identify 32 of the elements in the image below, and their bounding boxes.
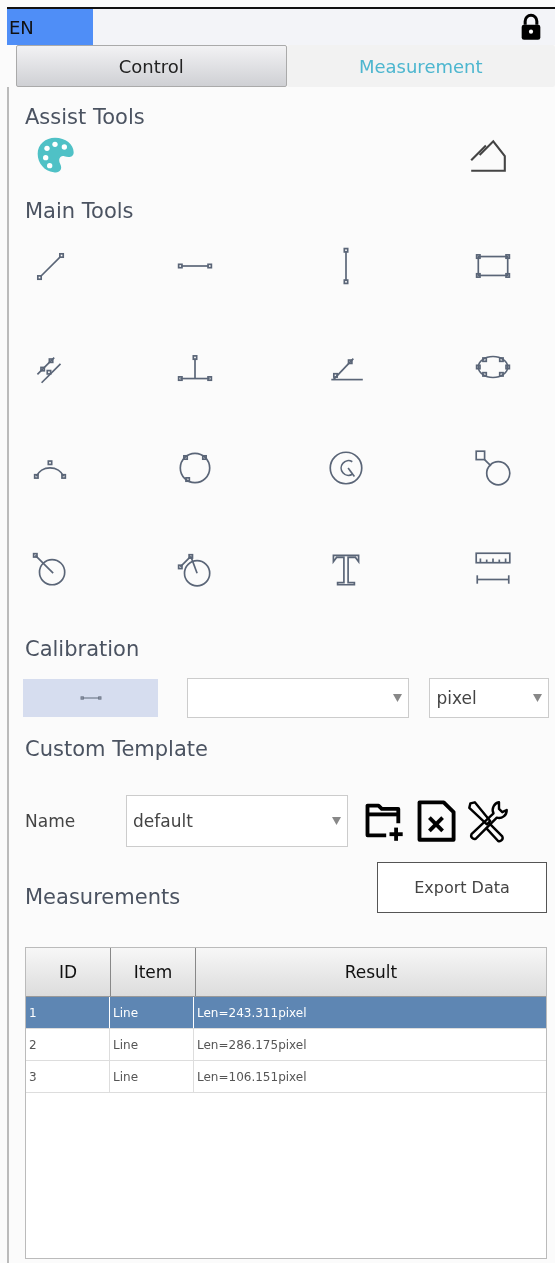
eraser-icon[interactable] — [467, 137, 509, 173]
table-row[interactable]: 2 Line Len=286.175pixel — [26, 1029, 546, 1061]
caret-icon — [533, 694, 542, 702]
caret-icon — [332, 817, 341, 825]
table-cell: Line — [110, 1061, 194, 1092]
table-cell: 3 — [26, 1061, 110, 1092]
section-heading: Custom Template — [25, 736, 209, 761]
table-cell: 2 — [26, 1029, 110, 1060]
table-cell-text: Len=106.151pixel — [196, 1068, 308, 1086]
line-icon — [79, 694, 102, 702]
table-row[interactable]: 3 Line Len=106.151pixel — [26, 1061, 546, 1093]
tab[interactable]: Control — [16, 45, 287, 87]
table-row[interactable]: 1 Line Len=243.311pixel — [26, 997, 546, 1029]
unit-dropdown[interactable]: pixel — [429, 678, 549, 718]
table-cell-text: Len=286.175pixel — [196, 1036, 308, 1054]
template-dropdown[interactable]: default — [126, 795, 348, 847]
lock-icon[interactable] — [519, 13, 543, 41]
table-cell: Line — [110, 1029, 194, 1060]
column-header[interactable]: Item — [111, 948, 196, 996]
table-cell-text: Len=243.311pixel — [196, 1004, 308, 1022]
caret-icon — [393, 694, 403, 702]
section-heading: Main Tools — [25, 198, 135, 223]
export-data-button[interactable]: Export Data — [377, 862, 547, 913]
table-cell: 1 — [26, 997, 110, 1028]
section-heading: Assist Tools — [25, 104, 146, 129]
language-indicator[interactable]: EN — [7, 9, 93, 45]
section-heading: Calibration — [25, 636, 141, 661]
table-cell: Line — [110, 997, 194, 1028]
column-header[interactable]: Result — [196, 948, 546, 996]
section-heading: Measurements — [25, 885, 181, 911]
column-header[interactable]: ID — [26, 948, 111, 996]
name-label: Name — [25, 811, 77, 831]
